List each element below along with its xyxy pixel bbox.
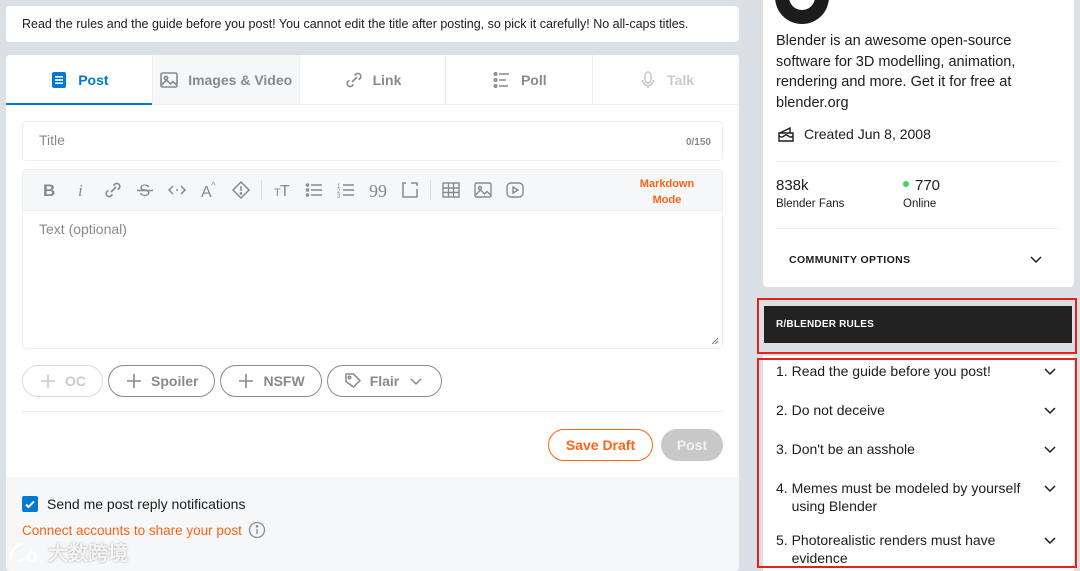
tab-link[interactable]: Link [300, 55, 447, 104]
online-indicator [903, 181, 909, 188]
community-created: Created Jun 8, 2008 [776, 124, 931, 144]
flair-tag-button[interactable]: Flair [326, 365, 443, 397]
plus-icon [239, 374, 254, 388]
info-icon[interactable] [248, 521, 266, 539]
numbered-list-icon[interactable]: 123 [330, 174, 362, 206]
tab-images-video[interactable]: Images & Video [152, 55, 300, 104]
svg-text:^: ^ [211, 181, 216, 192]
online-label: Online [903, 198, 937, 210]
about-community-card: Blender is an awesome open-source softwa… [763, 0, 1074, 287]
stats-divider [776, 161, 1061, 162]
heading-icon[interactable]: TT [266, 174, 298, 206]
highlight-box-rules-header [757, 298, 1077, 354]
nsfw-label: NSFW [263, 373, 305, 389]
notifications-checkbox[interactable] [22, 496, 38, 512]
spoiler-icon[interactable] [225, 174, 257, 206]
save-draft-button[interactable]: Save Draft [548, 429, 653, 461]
svg-text:99: 99 [369, 181, 387, 200]
image-icon [159, 70, 179, 90]
mode-label: Mode [652, 194, 682, 206]
watermark: 大数跨境 [8, 537, 128, 566]
post-composer: Post Images & Video Link Poll Talk Title… [6, 55, 739, 571]
oc-tag-button[interactable]: OC [22, 365, 103, 397]
chevron-down-icon[interactable] [1028, 251, 1044, 267]
body-textarea[interactable]: Text (optional) [23, 211, 722, 247]
bulleted-list-icon[interactable] [298, 174, 330, 206]
inline-code-icon[interactable] [161, 174, 193, 206]
quote-block-icon[interactable]: 99 [362, 174, 394, 206]
created-date: Created Jun 8, 2008 [804, 126, 931, 142]
tab-images-video-label: Images & Video [188, 71, 293, 88]
notifications-label: Send me post reply notifications [47, 496, 246, 512]
link-icon[interactable] [97, 174, 129, 206]
tab-talk[interactable]: Talk [593, 55, 739, 104]
tab-talk-label: Talk [667, 71, 695, 88]
tab-poll[interactable]: Poll [446, 55, 594, 104]
watermark-logo-icon [9, 542, 38, 562]
connect-label: Connect accounts to share your post [22, 522, 242, 538]
spoiler-label: Spoiler [151, 373, 199, 389]
plus-icon [127, 374, 141, 388]
poll-icon [492, 70, 512, 90]
oc-label: OC [65, 373, 86, 389]
post-button[interactable]: Post [661, 429, 723, 461]
post-type-tabs: Post Images & Video Link Poll Talk [6, 55, 739, 105]
code-block-icon[interactable] [394, 174, 426, 206]
plus-icon [41, 374, 55, 388]
members-label: Blender Fans [776, 198, 845, 210]
nsfw-tag-button[interactable]: NSFW [220, 365, 322, 397]
flair-label: Flair [369, 373, 400, 389]
community-options-toggle[interactable]: COMMUNITY OPTIONS [789, 254, 911, 266]
svg-text:B: B [43, 181, 55, 200]
highlight-box-rules-list [757, 358, 1077, 568]
italic-icon[interactable]: i [65, 174, 97, 206]
body-placeholder: Text (optional) [39, 221, 127, 237]
tab-post-label: Post [78, 71, 109, 88]
svg-text:3: 3 [337, 194, 341, 200]
table-icon[interactable] [435, 174, 467, 206]
members-count: 838k [776, 177, 809, 194]
svg-text:i: i [78, 181, 83, 200]
title-char-counter: 0/150 [685, 137, 711, 148]
microphone-icon [638, 70, 658, 90]
community-avatar [775, 0, 829, 24]
tab-link-label: Link [372, 71, 402, 88]
strikethrough-icon[interactable]: S [129, 174, 161, 206]
checkmark-icon [25, 500, 35, 509]
markdown-mode-toggle[interactable]: Markdown Mode [632, 176, 702, 208]
online-count: 770 [915, 177, 941, 194]
body-editor: B i S A ^ TT 123 99 Markdown Mode Text (o… [22, 169, 723, 349]
title-placeholder: Title [39, 132, 65, 148]
resize-handle-icon[interactable] [711, 337, 719, 345]
members-stat: 838k Blender Fans [776, 177, 844, 210]
post-tag-buttons: OC Spoiler NSFW Flair [22, 365, 443, 397]
online-stat: 770 Online [903, 177, 940, 210]
link-icon [344, 70, 364, 90]
posting-notice: Read the rules and the guide before you … [6, 6, 739, 42]
watermark-text: 大数跨境 [48, 543, 128, 565]
svg-text:T: T [280, 183, 290, 200]
title-input[interactable]: Title 0/150 [22, 121, 723, 161]
tab-poll-label: Poll [520, 71, 547, 88]
reply-notifications-option[interactable]: Send me post reply notifications [22, 496, 245, 512]
tag-icon [344, 373, 361, 388]
post-icon [49, 70, 69, 90]
cake-icon [778, 126, 794, 142]
chevron-down-icon [410, 378, 422, 386]
superscript-icon[interactable]: A ^ [193, 174, 225, 206]
insert-video-icon[interactable] [499, 174, 531, 206]
insert-image-icon[interactable] [467, 174, 499, 206]
tab-post[interactable]: Post [6, 55, 153, 105]
spoiler-tag-button[interactable]: Spoiler [108, 365, 216, 397]
composer-divider [22, 411, 723, 412]
editor-toolbar: B i S A ^ TT 123 99 Markdown Mode [23, 170, 722, 211]
community-options-divider [776, 228, 1061, 229]
markdown-label: Markdown [639, 178, 695, 190]
toolbar-divider [261, 180, 262, 200]
bold-icon[interactable]: B [33, 174, 65, 206]
community-description: Blender is an awesome open-source softwa… [776, 33, 1016, 111]
toolbar-divider [430, 180, 431, 200]
